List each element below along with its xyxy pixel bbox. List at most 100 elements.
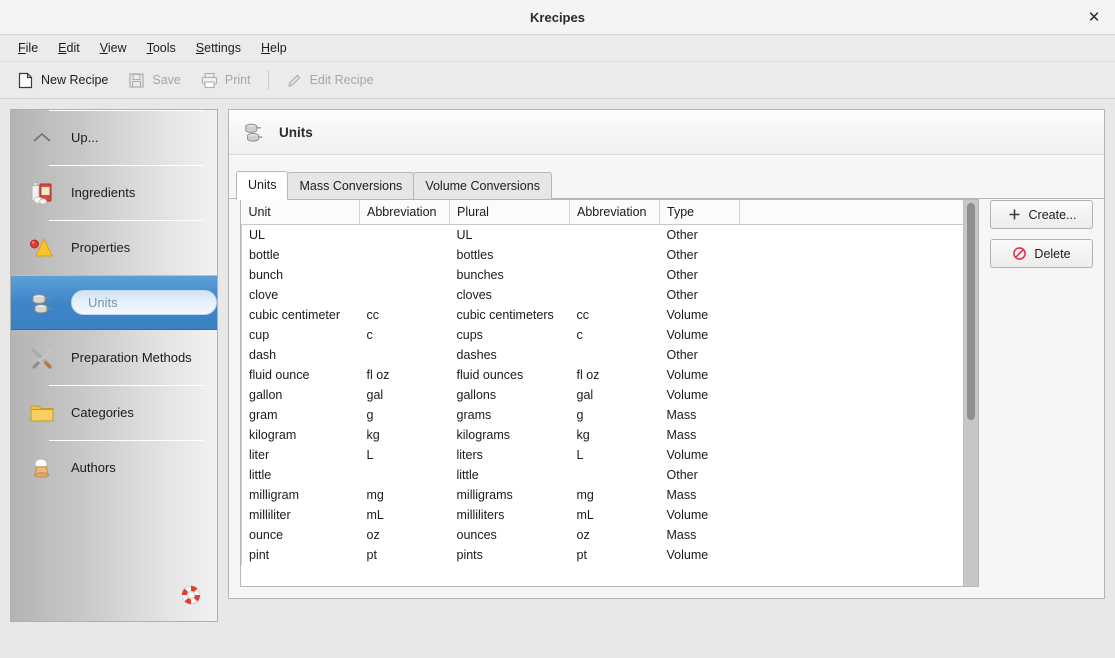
lifesaver-help-icon[interactable] (181, 585, 201, 605)
content-panel: Units Units Mass Conversions Volume Conv… (228, 109, 1105, 599)
table-row[interactable]: little little Other (241, 465, 964, 485)
cell-unit: cubic centimeter (241, 305, 360, 325)
sidebar-item-up-label: Up... (71, 130, 99, 145)
cell-type: Mass (666, 488, 697, 502)
table-row[interactable]: cup c cups c Volume (241, 325, 964, 345)
cell-blank (740, 405, 964, 425)
sidebar-item-preparation-methods[interactable]: Preparation Methods (11, 330, 217, 385)
sidebar-item-authors[interactable]: Authors (11, 440, 217, 495)
column-header-type[interactable]: Type (659, 200, 740, 225)
cell-abbreviation-plural (570, 465, 660, 485)
cell-blank (740, 425, 964, 445)
delete-button-label: Delete (1034, 246, 1071, 261)
properties-icon (29, 235, 55, 261)
sidebar-item-categories[interactable]: Categories (11, 385, 217, 440)
tab-units[interactable]: Units (236, 171, 289, 200)
save-button[interactable]: Save (119, 67, 190, 94)
tab-volume-conversions[interactable]: Volume Conversions (413, 172, 552, 199)
new-recipe-label: New Recipe (41, 73, 109, 87)
cell-abbreviation-singular (360, 245, 450, 265)
cell-unit: milliliter (241, 505, 360, 525)
close-icon[interactable]: ✕ (1083, 6, 1105, 28)
table-row[interactable]: dash dashes Other (241, 345, 964, 365)
cell-plural: bottles (456, 248, 494, 262)
column-header-abbreviation-singular[interactable]: Abbreviation (359, 200, 450, 225)
cell-type: Mass (666, 408, 697, 422)
cell-abbreviation-plural: mL (576, 508, 594, 522)
table-row[interactable]: clove cloves Other (241, 285, 964, 305)
cell-type: Other (666, 348, 698, 362)
table-row[interactable]: gallon gal gallons gal Volume (241, 385, 964, 405)
chevron-up-icon (29, 125, 55, 151)
sidebar-item-up[interactable]: Up... (11, 110, 217, 165)
menu-item-tools[interactable]: Tools (137, 37, 186, 59)
vertical-scrollbar-thumb[interactable] (967, 203, 975, 420)
column-header-plural[interactable]: Plural (449, 200, 570, 225)
sidebar-item-properties[interactable]: Properties (11, 220, 217, 275)
column-header-unit[interactable]: Unit (241, 200, 360, 225)
menu-item-help[interactable]: Help (251, 37, 297, 59)
new-recipe-button[interactable]: New Recipe (8, 67, 117, 94)
column-header-abbreviation-plural[interactable]: Abbreviation (569, 200, 660, 225)
plus-icon (1009, 209, 1020, 220)
edit-recipe-label: Edit Recipe (309, 73, 374, 87)
folder-icon (29, 400, 55, 426)
cell-abbreviation-singular (360, 285, 450, 305)
sidebar-item-preparation-methods-label: Preparation Methods (71, 350, 192, 365)
cell-abbreviation-plural: gal (576, 388, 594, 402)
sidebar-item-ingredients-label: Ingredients (71, 185, 136, 200)
cell-abbreviation-plural (570, 285, 660, 305)
cell-abbreviation-singular: L (366, 448, 374, 462)
floppy-disk-icon (129, 72, 144, 88)
tab-mass-conversions[interactable]: Mass Conversions (287, 172, 415, 199)
table-row[interactable]: milliliter mL milliliters mL Volume (241, 505, 964, 525)
cell-plural: ounces (456, 528, 497, 542)
sidebar-item-units[interactable]: Units (11, 275, 217, 330)
vertical-scrollbar[interactable] (963, 200, 978, 586)
menu-item-edit[interactable]: Edit (48, 37, 90, 59)
sidebar-item-ingredients[interactable]: Ingredients (11, 165, 217, 220)
sidebar: Up... Ingredients Properties Units Prepa… (10, 109, 218, 622)
toolbar: New Recipe Save Print Edit Recipe (0, 62, 1115, 99)
table-row[interactable]: cubic centimeter cc cubic centimeters cc Vol… (241, 305, 964, 325)
menu-item-settings[interactable]: Settings (186, 37, 251, 59)
workspace: Up... Ingredients Properties Units Prepa… (0, 99, 1115, 657)
create-button[interactable]: Create... (990, 200, 1093, 229)
cell-unit: clove (241, 285, 360, 305)
cell-blank (740, 465, 964, 485)
cell-abbreviation-singular: mg (366, 488, 384, 502)
table-row[interactable]: UL UL Other (241, 224, 964, 246)
table-row[interactable]: bunch bunches Other (241, 265, 964, 285)
cell-unit: ounce (241, 525, 360, 545)
table-row[interactable]: fluid ounce fl oz fluid ounces fl oz Volume (241, 365, 964, 385)
table-row[interactable]: liter Lliters L Volume (241, 445, 964, 465)
table-row[interactable]: pint pt pints pt Volume (241, 545, 964, 565)
cell-abbreviation-plural (570, 345, 660, 365)
table-row[interactable]: kilogram kg kilograms kg Mass (241, 425, 964, 445)
column-header-blank[interactable] (739, 200, 963, 225)
cell-abbreviation-plural: g (576, 408, 584, 422)
delete-button[interactable]: Delete (990, 239, 1093, 268)
table-row[interactable]: gram g grams g Mass (241, 405, 964, 425)
menu-item-file[interactable]: File (8, 37, 48, 59)
content-header: Units (229, 110, 1104, 155)
print-label: Print (224, 73, 251, 87)
cell-unit: gram (241, 405, 360, 425)
cell-abbreviation-plural (570, 225, 660, 246)
cell-plural: bunches (456, 268, 504, 282)
preparation-methods-icon (29, 345, 55, 371)
print-button[interactable]: Print (192, 67, 260, 94)
cell-abbreviation-plural: fl oz (576, 368, 600, 382)
cell-blank (740, 505, 964, 525)
table-row[interactable]: milligram mg milligrams mg Mass (241, 485, 964, 505)
page-title: Units (279, 124, 313, 140)
cell-blank (740, 305, 964, 325)
table-row[interactable]: ounce oz ounces oz Mass (241, 525, 964, 545)
menu-item-view[interactable]: View (90, 37, 137, 59)
edit-recipe-button[interactable]: Edit Recipe (277, 67, 383, 94)
cell-abbreviation-plural: L (576, 448, 584, 462)
cell-unit: UL (241, 224, 360, 245)
table-row[interactable]: bottle bottles Other (241, 245, 964, 265)
cell-type: Volume (666, 548, 709, 562)
cell-blank (740, 545, 964, 565)
